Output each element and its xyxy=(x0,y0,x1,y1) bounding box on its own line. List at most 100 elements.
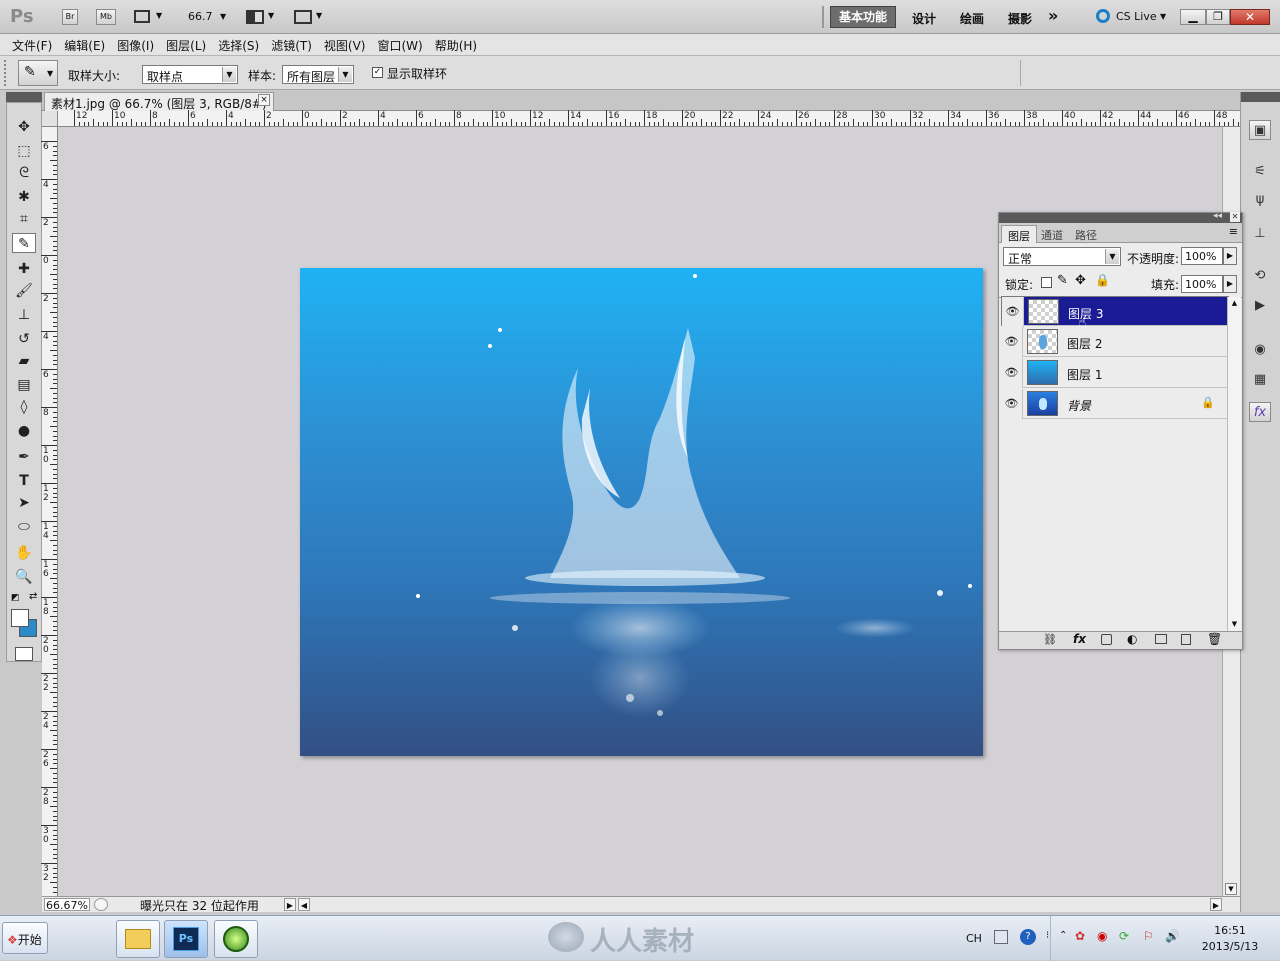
gradient-tool-icon[interactable]: ▤ xyxy=(12,375,36,395)
clock-time[interactable]: 16:51 xyxy=(1195,924,1265,937)
help-icon[interactable]: ? xyxy=(1020,929,1036,945)
visibility-eye-icon[interactable]: 👁 xyxy=(1001,389,1023,419)
menu-window[interactable]: 窗口(W) xyxy=(371,34,428,54)
zoom-level[interactable]: 66.7 xyxy=(188,10,213,23)
screen-mode-button[interactable]: ▼ xyxy=(292,8,326,26)
volume-icon[interactable]: 🔊 xyxy=(1165,929,1180,943)
visibility-eye-icon[interactable]: 👁 xyxy=(1001,327,1023,357)
link-layers-icon[interactable]: ⛓ xyxy=(1043,633,1057,646)
hand-tool-icon[interactable]: ✋ xyxy=(12,543,36,563)
eyedropper-tool-icon[interactable]: ✎ xyxy=(12,233,36,253)
arrange-documents-button[interactable]: ▼ xyxy=(244,8,278,26)
start-button[interactable]: ❖开始 xyxy=(2,922,48,954)
foreground-color-swatch[interactable] xyxy=(11,609,29,627)
layers-scrollbar[interactable]: ▲ ▼ xyxy=(1227,297,1241,631)
cs-live-button[interactable]: CS Live xyxy=(1116,10,1157,23)
adjustment-layer-icon[interactable]: ◐ xyxy=(1127,632,1137,646)
layer-row-3[interactable]: 👁 图层 3 ☝ xyxy=(1001,296,1229,331)
close-panel-icon[interactable]: ✕ xyxy=(1230,212,1240,222)
quick-mask-icon[interactable] xyxy=(15,647,33,661)
status-menu-arrow-icon[interactable]: ▶ xyxy=(284,898,296,911)
tool-presets-panel-icon[interactable]: ⚟ xyxy=(1249,162,1271,182)
blur-tool-icon[interactable]: ◊ xyxy=(12,397,36,417)
panel-header[interactable]: ◂◂ ✕ xyxy=(999,211,1242,223)
workspace-design[interactable]: 设计 xyxy=(912,10,936,27)
quick-select-tool-icon[interactable]: ✱ xyxy=(12,187,36,207)
visibility-eye-icon[interactable]: 👁 xyxy=(1002,297,1024,327)
clone-source-panel-icon[interactable]: ⊥ xyxy=(1249,224,1271,244)
sample-select[interactable]: 所有图层 ▼ xyxy=(282,65,354,84)
mini-bridge-button[interactable]: Mb xyxy=(96,9,116,25)
new-group-icon[interactable] xyxy=(1155,634,1167,644)
sample-size-select[interactable]: 取样点 ▼ xyxy=(142,65,238,84)
status-zoom-field[interactable]: 66.67% xyxy=(44,898,90,912)
options-icon[interactable]: ⁝ xyxy=(1046,930,1049,941)
workspace-photography[interactable]: 摄影 xyxy=(1008,10,1032,27)
path-selection-tool-icon[interactable]: ➤ xyxy=(12,493,36,513)
menu-layer[interactable]: 图层(L) xyxy=(160,34,212,54)
add-mask-icon[interactable] xyxy=(1101,634,1112,645)
pen-tool-icon[interactable]: ✒ xyxy=(12,447,36,467)
layer-row-background[interactable]: 👁 背景 🔒 xyxy=(1001,389,1229,419)
scroll-down-icon[interactable]: ▼ xyxy=(1225,883,1237,895)
menu-help[interactable]: 帮助(H) xyxy=(429,34,483,54)
network-icon[interactable]: ⚐ xyxy=(1143,929,1154,943)
brush-tool-icon[interactable]: 🖌 xyxy=(12,281,36,301)
zoom-dropdown-icon[interactable]: ▼ xyxy=(220,12,226,21)
scroll-up-icon[interactable]: ▲ xyxy=(1229,298,1240,309)
lasso-tool-icon[interactable]: ᘓ xyxy=(12,163,36,183)
mini-bridge-panel-icon[interactable]: ▣ xyxy=(1249,120,1271,140)
lock-position-icon[interactable]: ✥ xyxy=(1075,273,1086,288)
color-panel-icon[interactable]: ◉ xyxy=(1249,340,1271,360)
scroll-down-icon[interactable]: ▼ xyxy=(1229,619,1240,630)
qq-icon[interactable]: ✿ xyxy=(1075,929,1085,943)
dodge-tool-icon[interactable]: ● xyxy=(12,421,36,441)
actions-panel-icon[interactable]: ▶ xyxy=(1249,296,1271,316)
delete-layer-icon[interactable]: 🗑 xyxy=(1207,632,1222,646)
swatches-panel-icon[interactable]: ▦ xyxy=(1249,370,1271,390)
default-colors-icon[interactable]: ◩ xyxy=(11,593,20,603)
ellipse-tool-icon[interactable]: ⬭ xyxy=(12,517,36,537)
clone-stamp-tool-icon[interactable]: ⊥ xyxy=(12,305,36,325)
view-extras-button[interactable]: ▼ xyxy=(132,8,166,26)
tab-layers[interactable]: 图层 xyxy=(1001,225,1037,243)
more-workspaces-button[interactable]: » xyxy=(1048,6,1058,25)
status-info-icon[interactable] xyxy=(94,898,108,911)
clock-date[interactable]: 2013/5/13 xyxy=(1195,940,1265,953)
history-brush-tool-icon[interactable]: ↺ xyxy=(12,329,36,349)
layer-style-fx-icon[interactable]: fx xyxy=(1073,632,1086,646)
type-tool-icon[interactable]: T xyxy=(12,471,36,491)
swap-colors-icon[interactable]: ⇄ xyxy=(29,591,37,602)
collapse-panel-icon[interactable]: ◂◂ xyxy=(1213,211,1222,221)
taskbar-explorer[interactable] xyxy=(116,920,160,958)
workspace-painting[interactable]: 绘画 xyxy=(960,10,984,27)
menu-select[interactable]: 选择(S) xyxy=(212,34,265,54)
visibility-eye-icon[interactable]: 👁 xyxy=(1001,358,1023,388)
keyboard-icon[interactable] xyxy=(994,930,1008,944)
layer-row-1[interactable]: 👁 图层 1 xyxy=(1001,358,1229,388)
crop-tool-icon[interactable]: ⌗ xyxy=(12,209,36,229)
tab-channels[interactable]: 通道 xyxy=(1035,225,1069,243)
tool-preset-picker[interactable]: ✎ ▼ xyxy=(18,60,58,86)
panel-menu-icon[interactable]: ≡ xyxy=(1229,225,1238,238)
healing-brush-tool-icon[interactable]: ✚ xyxy=(12,259,36,279)
styles-panel-icon[interactable]: fx xyxy=(1249,402,1271,422)
vertical-ruler[interactable]: 6 4 2 0 2 4 6 8 1 0 1 2 1 4 1 6 1 8 2 0 2 2 2 4 2 6 2 8 3 … xyxy=(41,127,58,898)
opacity-input[interactable]: 100% xyxy=(1181,247,1223,265)
new-layer-icon[interactable] xyxy=(1181,634,1191,645)
scroll-left-icon[interactable]: ◀ xyxy=(298,898,310,911)
chevron-down-icon[interactable]: ▼ xyxy=(1160,12,1166,21)
lock-pixels-icon[interactable]: ✎ xyxy=(1057,273,1068,288)
security-icon[interactable]: ◉ xyxy=(1097,929,1107,943)
bridge-button[interactable]: Br xyxy=(62,9,78,25)
taskbar-player[interactable] xyxy=(214,920,258,958)
marquee-tool-icon[interactable]: ⬚ xyxy=(12,141,36,161)
language-indicator[interactable]: CH xyxy=(966,932,982,945)
move-tool-icon[interactable]: ✥ xyxy=(12,117,36,137)
eraser-tool-icon[interactable]: ▰ xyxy=(12,351,36,371)
fill-input[interactable]: 100% xyxy=(1181,275,1223,293)
tab-paths[interactable]: 路径 xyxy=(1069,225,1103,243)
horizontal-ruler[interactable]: 12 10 8 6 4 2 0 2 4 6 8 10 12 14 16 18 20 22 24 26 28 30 32 34 3… xyxy=(58,110,1249,127)
tray-app-icon[interactable]: ⟳ xyxy=(1119,929,1129,943)
options-grip[interactable] xyxy=(4,60,10,86)
